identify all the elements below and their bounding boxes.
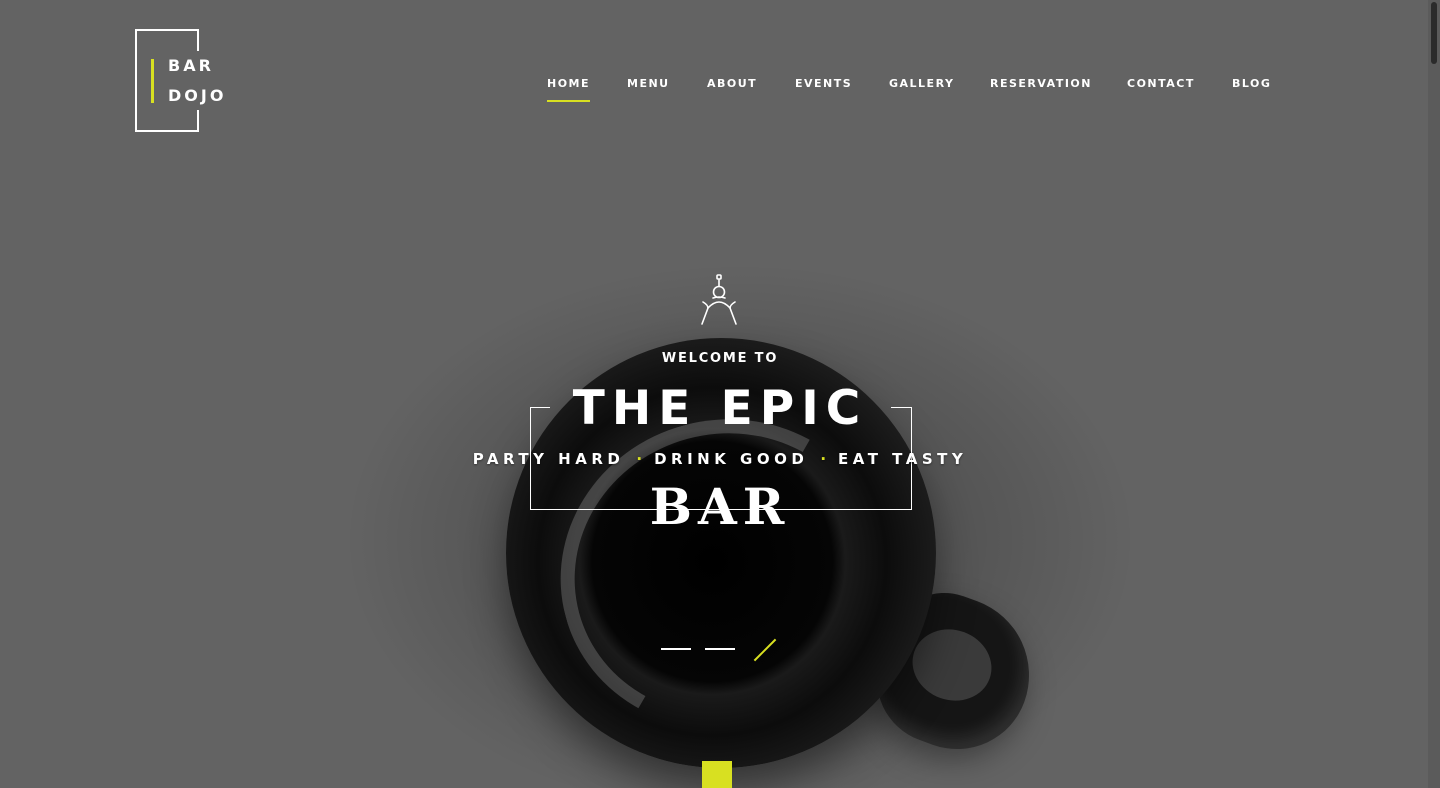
tagline-separator-dot: · bbox=[820, 450, 827, 468]
nav-item-contact[interactable]: CONTACT bbox=[1127, 77, 1195, 90]
hero-welcome-text: WELCOME TO bbox=[661, 351, 779, 366]
hero-tagline: PARTY HARD · DRINK GOOD · EAT TASTY bbox=[0, 450, 1440, 468]
scrollbar-thumb[interactable] bbox=[1431, 2, 1437, 64]
nav-item-events[interactable]: EVENTS bbox=[795, 77, 852, 90]
scrollbar[interactable] bbox=[1428, 0, 1440, 788]
logo-text-line1: BAR bbox=[168, 56, 214, 75]
tagline-separator-dot: · bbox=[636, 450, 643, 468]
hero-title-line1: THE EPIC bbox=[572, 381, 868, 436]
nav-item-gallery[interactable]: GALLERY bbox=[889, 77, 954, 90]
site-logo[interactable]: BAR DOJO bbox=[135, 29, 235, 132]
slider-dot-2[interactable] bbox=[705, 648, 735, 650]
logo-frame-segment bbox=[197, 29, 199, 51]
nav-item-about[interactable]: ABOUT bbox=[707, 77, 757, 90]
logo-frame bbox=[135, 29, 199, 132]
logo-frame-segment bbox=[197, 110, 199, 132]
nav-item-reservation[interactable]: RESERVATION bbox=[990, 77, 1092, 90]
slider-dot-1[interactable] bbox=[661, 648, 691, 650]
nav-item-home[interactable]: HOME bbox=[547, 77, 591, 102]
hero-title-line2: BAR bbox=[649, 477, 791, 536]
page: BAR DOJO HOME MENU ABOUT EVENTS GALLERY … bbox=[0, 0, 1440, 788]
logo-accent-bar bbox=[151, 59, 154, 103]
logo-text-line2: DOJO bbox=[168, 86, 227, 105]
nav-item-blog[interactable]: BLOG bbox=[1232, 77, 1271, 90]
bartender-icon bbox=[699, 274, 739, 326]
scroll-down-button[interactable] bbox=[702, 761, 732, 788]
nav-item-menu[interactable]: MENU bbox=[627, 77, 670, 90]
tagline-part: PARTY HARD bbox=[472, 450, 625, 468]
tagline-part: EAT TASTY bbox=[838, 450, 968, 468]
tagline-part: DRINK GOOD bbox=[654, 450, 809, 468]
